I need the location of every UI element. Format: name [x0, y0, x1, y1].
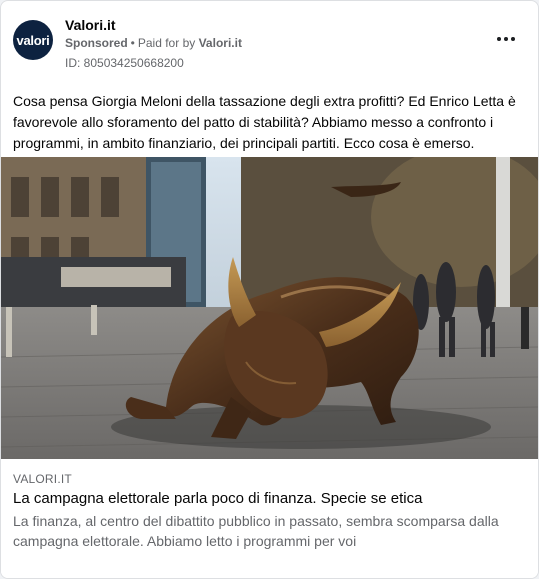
more-options-button[interactable] — [494, 31, 518, 47]
ad-card: valori Valori.it Sponsored • Paid for by V… — [0, 0, 539, 579]
more-dot-icon — [504, 37, 508, 41]
page-name-link[interactable]: Valori.it — [65, 17, 116, 33]
post-body-text: Cosa pensa Giorgia Meloni della tassazio… — [13, 93, 516, 151]
sponsored-meta: Sponsored • Paid for by Valori.it — [65, 36, 242, 50]
charging-bull-photo — [1, 157, 538, 459]
link-title[interactable]: La campagna elettorale parla poco di fin… — [13, 489, 525, 509]
link-description: La finanza, al centro del dibattito pubb… — [13, 513, 499, 549]
paid-for-prefix: Paid for by — [137, 36, 196, 50]
more-dot-icon — [511, 37, 515, 41]
ad-id: ID: 805034250668200 — [65, 56, 184, 70]
sponsored-label[interactable]: Sponsored — [65, 36, 128, 50]
more-dot-icon — [497, 37, 501, 41]
post-header: valori Valori.it Sponsored • Paid for by V… — [13, 15, 526, 75]
link-domain: VALORI.IT — [13, 472, 72, 486]
meta-separator-dot: • — [130, 36, 135, 50]
avatar-logo-text: valori — [16, 32, 50, 48]
page-avatar[interactable]: valori — [13, 20, 53, 60]
link-preview[interactable]: VALORI.IT La campagna elettorale parla p… — [1, 459, 538, 578]
post-image[interactable] — [1, 157, 538, 459]
paid-for-name[interactable]: Valori.it — [199, 36, 242, 50]
